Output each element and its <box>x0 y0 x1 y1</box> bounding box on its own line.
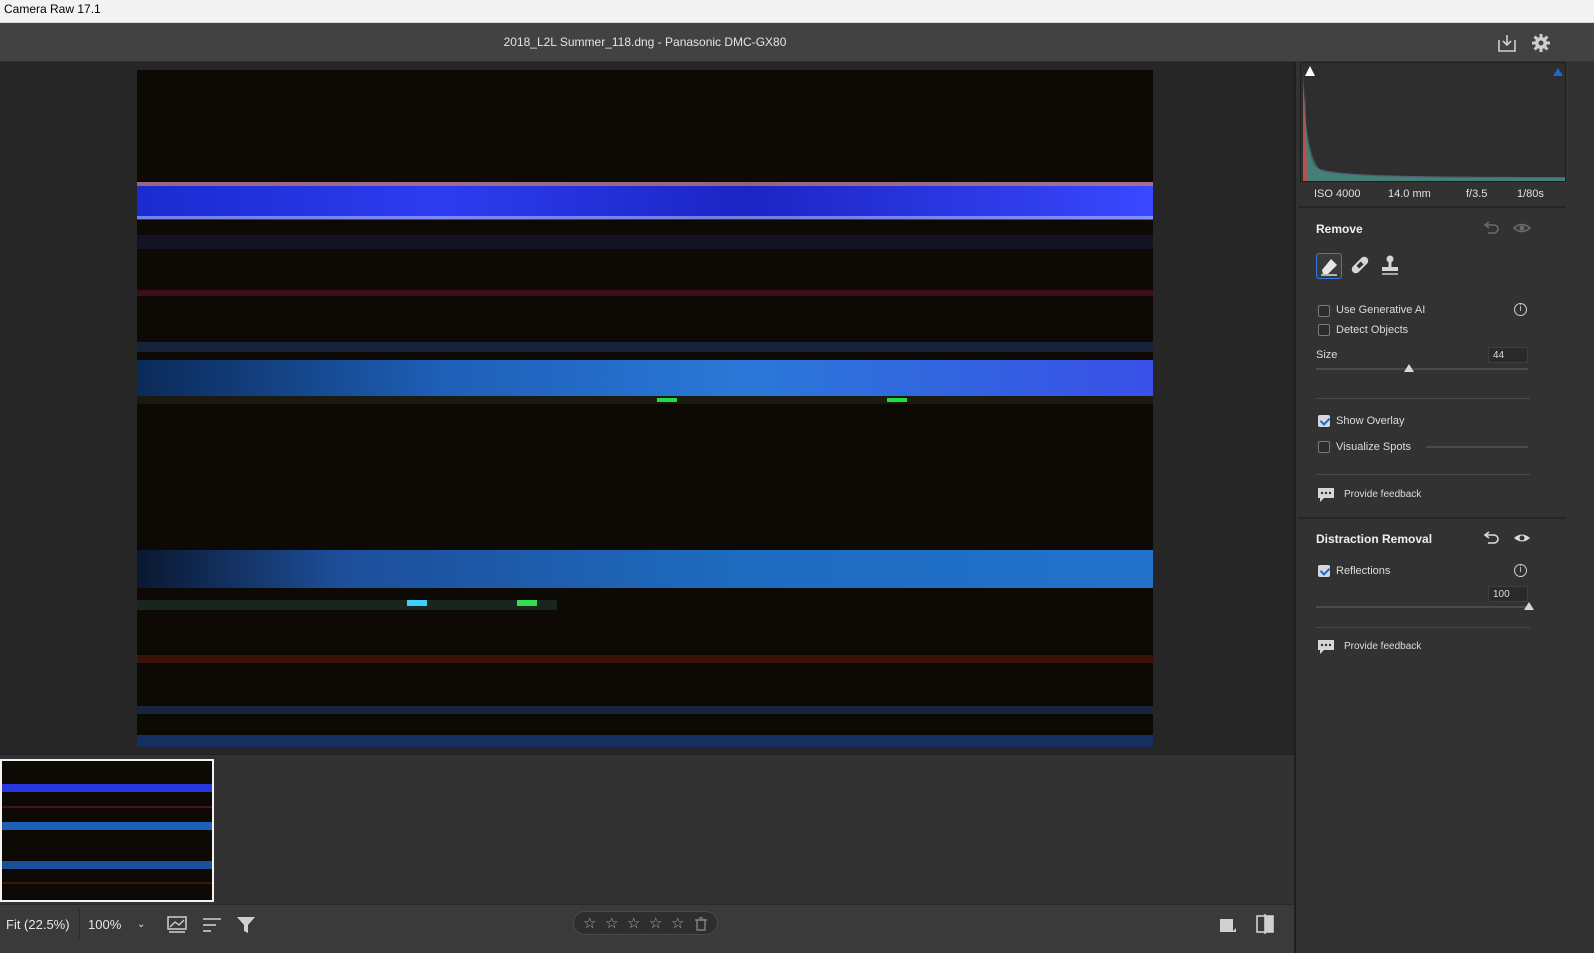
photo-glitch-image <box>137 70 1153 747</box>
filmstrip-thumbnail[interactable] <box>0 759 214 902</box>
filmstrip <box>0 754 1294 904</box>
right-panel: ISO 4000 14.0 mm f/3.5 1/80s Remove Use … <box>1294 62 1594 953</box>
provide-feedback-link[interactable]: Provide feedback <box>1344 489 1421 500</box>
detect-objects-checkbox[interactable] <box>1318 324 1330 336</box>
window-title: Camera Raw 17.1 <box>4 2 101 16</box>
photo-preview[interactable] <box>137 70 1153 747</box>
star-icon[interactable]: ☆ <box>649 914 662 932</box>
aperture-value: f/3.5 <box>1466 188 1488 200</box>
feedback-icon[interactable] <box>1316 638 1336 656</box>
zoom-level-button[interactable]: 100% <box>88 917 121 932</box>
detect-objects-label: Detect Objects <box>1336 324 1409 336</box>
shutter-value: 1/80s <box>1517 188 1544 200</box>
divider <box>1298 517 1566 519</box>
use-generative-ai-checkbox[interactable] <box>1318 305 1330 317</box>
clone-tool[interactable] <box>1378 253 1404 279</box>
info-icon[interactable]: i <box>1514 564 1527 577</box>
window-title-bar: Camera Raw 17.1 <box>0 0 1594 23</box>
iso-value: ISO 4000 <box>1314 188 1361 200</box>
highlight-clipping-icon[interactable] <box>1551 64 1565 78</box>
reset-icon[interactable] <box>1482 220 1500 236</box>
histogram <box>1300 62 1566 182</box>
divider <box>1298 206 1566 208</box>
size-label: Size <box>1316 349 1338 361</box>
visualize-spots-label: Visualize Spots <box>1336 441 1412 453</box>
content-aware-remove-tool[interactable] <box>1316 253 1342 279</box>
image-canvas[interactable] <box>0 62 1294 754</box>
visualize-spots-slider[interactable] <box>1426 446 1528 448</box>
info-icon[interactable]: i <box>1514 303 1527 316</box>
shadow-clipping-icon[interactable] <box>1303 64 1317 78</box>
reflections-amount-field[interactable]: 100 <box>1488 586 1528 602</box>
chevron-down-icon[interactable]: ⌄ <box>137 919 145 930</box>
size-value-field[interactable]: 44 <box>1488 347 1528 363</box>
eye-icon[interactable] <box>1513 220 1531 236</box>
healing-tool[interactable] <box>1348 253 1374 279</box>
distraction-removal-title: Distraction Removal <box>1316 532 1433 546</box>
reset-icon[interactable] <box>1482 530 1500 546</box>
focal-length-value: 14.0 mm <box>1388 188 1431 200</box>
star-rating[interactable]: ☆ ☆ ☆ ☆ ☆ <box>573 911 718 935</box>
star-icon[interactable]: ☆ <box>671 914 684 932</box>
reflections-label: Reflections <box>1336 565 1391 577</box>
feedback-icon[interactable] <box>1316 486 1336 504</box>
divider <box>79 909 80 939</box>
divider <box>1316 627 1530 628</box>
eye-icon[interactable] <box>1513 530 1531 546</box>
before-after-icon[interactable] <box>1255 914 1275 934</box>
file-header: 2018_L2L Summer_118.dng - Panasonic DMC-… <box>0 23 1594 62</box>
size-slider-track[interactable] <box>1316 368 1528 370</box>
healing-icon <box>1351 256 1369 274</box>
size-slider-thumb[interactable] <box>1404 364 1414 372</box>
reflections-slider-thumb[interactable] <box>1524 602 1534 610</box>
provide-feedback-link[interactable]: Provide feedback <box>1344 641 1421 652</box>
sort-icon[interactable] <box>201 915 223 935</box>
star-icon[interactable]: ☆ <box>605 914 618 932</box>
reflections-checkbox[interactable] <box>1318 565 1330 577</box>
gear-icon[interactable] <box>1530 32 1552 54</box>
visualize-spots-checkbox[interactable] <box>1318 441 1330 453</box>
reflections-slider-track[interactable] <box>1316 606 1528 608</box>
divider <box>1316 474 1530 475</box>
filmstrip-view-icon[interactable] <box>167 915 189 935</box>
file-name-label: 2018_L2L Summer_118.dng - Panasonic DMC-… <box>503 35 787 49</box>
star-icon[interactable]: ☆ <box>583 914 596 932</box>
single-view-icon[interactable] <box>1219 916 1237 934</box>
fit-zoom-button[interactable]: Fit (22.5%) <box>6 917 70 932</box>
filter-icon[interactable] <box>235 914 257 936</box>
star-icon[interactable]: ☆ <box>627 914 640 932</box>
eraser-icon <box>1321 259 1337 276</box>
divider <box>1316 398 1530 399</box>
show-overlay-label: Show Overlay <box>1336 415 1405 427</box>
remove-section-title: Remove <box>1316 222 1363 236</box>
bottom-toolbar: Fit (22.5%) 100% ⌄ ☆ ☆ ☆ ☆ ☆ <box>0 904 1294 953</box>
show-overlay-checkbox[interactable] <box>1318 415 1330 427</box>
thumbnail-image <box>2 761 212 900</box>
histogram-graph <box>1303 73 1565 181</box>
save-icon[interactable] <box>1496 32 1518 54</box>
trash-icon[interactable] <box>695 917 707 931</box>
use-generative-ai-label: Use Generative AI <box>1336 304 1426 316</box>
stamp-icon <box>1382 255 1398 275</box>
